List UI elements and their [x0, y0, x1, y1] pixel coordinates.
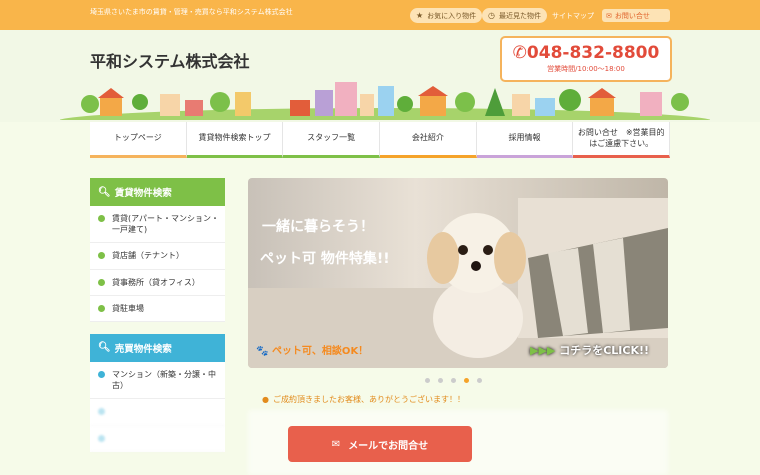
slider-dot-active[interactable] — [464, 378, 469, 383]
nav-top[interactable]: トップページ — [90, 122, 187, 158]
phone-number[interactable]: ✆048-832-8800 — [502, 43, 670, 63]
sidebar-item-rent-shop[interactable]: 貸店舗（テナント） — [90, 243, 225, 270]
town-illustration — [60, 82, 710, 120]
rent-search-header: 🔍︎ 賃貸物件検索 — [90, 178, 225, 206]
recent-link[interactable]: ◷ 最近見た物件 — [482, 8, 547, 23]
site-tagline: 埼玉県さいたま市の賃貸・管理・売買なら平和システム株式会社 — [90, 8, 293, 16]
favorites-link[interactable]: ★ お気に入り物件 — [410, 8, 483, 23]
slide-headline-2: ペット可 物件特集!! — [260, 251, 390, 267]
hero-slider[interactable]: 一緒に暮らそう！ ペット可 物件特集!! 🐾 ペット可、相談OK！ ▶▶▶ コチ… — [248, 178, 668, 368]
nav-company[interactable]: 会社紹介 — [380, 122, 477, 158]
sidebar-item-faded — [90, 426, 225, 452]
star-icon: ★ — [416, 11, 424, 20]
sitemap-link[interactable]: サイトマップ — [552, 11, 594, 21]
favorites-label: お気に入り物件 — [427, 11, 477, 20]
pet-photo — [248, 198, 668, 368]
company-logo[interactable]: 平和システム株式会社 — [90, 48, 250, 72]
slider-dot[interactable] — [425, 378, 430, 383]
sidebar-item-rent-residential[interactable]: 賃貸(アパート・マンション・一戸建て) — [90, 206, 225, 244]
thanks-notice: ご成約頂きましたお客様、ありがとうございます！！ — [262, 394, 465, 405]
nav-rent-search[interactable]: 賃貸物件検索トップ — [186, 122, 284, 158]
sale-search-box: 🔍︎ 売買物件検索 マンション（新築・分譲・中古） — [90, 333, 225, 452]
sidebar: 🔍︎ 賃貸物件検索 賃貸(アパート・マンション・一戸建て) 貸店舗（テナント） 貸… — [90, 178, 225, 464]
slider-dots — [425, 378, 482, 383]
clock-icon: ◷ — [488, 11, 495, 20]
slider-dot[interactable] — [451, 378, 456, 383]
slider-dot[interactable] — [438, 378, 443, 383]
rent-search-box: 🔍︎ 賃貸物件検索 賃貸(アパート・マンション・一戸建て) 貸店舗（テナント） 貸… — [90, 178, 225, 322]
recent-label: 最近見た物件 — [498, 11, 541, 20]
search-icon: 🔍︎ — [98, 342, 111, 354]
global-nav: トップページ 賃貸物件検索トップ スタッフ一覧 会社紹介 採用情報 お問い合せ … — [90, 122, 671, 158]
arrow-icon: ▶▶▶ — [530, 344, 560, 357]
top-bar: 埼玉県さいたま市の賃貸・管理・売買なら平和システム株式会社 ★ お気に入り物件 … — [0, 0, 760, 30]
phone-box: ✆048-832-8800 営業時間/10:00〜18:00 — [500, 36, 672, 82]
nav-contact[interactable]: お問い合せ ※営業目的はご遠慮下さい。 — [573, 122, 671, 158]
sidebar-item-rent-parking[interactable]: 貸駐車場 — [90, 296, 225, 322]
sidebar-item-rent-office[interactable]: 貸事務所（貸オフィス） — [90, 270, 225, 296]
slider-dot[interactable] — [477, 378, 482, 383]
mail-contact-label: メールでお問合せ — [348, 440, 429, 452]
mail-contact-button[interactable]: ✉ メールでお問合せ — [288, 426, 472, 462]
slide-tag: 🐾 ペット可、相談OK！ — [256, 346, 369, 357]
mail-icon: ✉ — [606, 11, 612, 20]
sale-search-header: 🔍︎ 売買物件検索 — [90, 333, 225, 362]
sidebar-item-faded — [90, 399, 225, 426]
contact-mini-button[interactable]: ✉ お問い合せ — [602, 9, 670, 22]
paw-icon: 🐾 — [256, 346, 272, 357]
search-icon: 🔍︎ — [98, 186, 111, 198]
sidebar-item-sale-mansion[interactable]: マンション（新築・分譲・中古） — [90, 362, 225, 400]
phone-icon: ✆ — [512, 43, 527, 63]
business-hours: 営業時間/10:00〜18:00 — [547, 65, 625, 73]
slide-headline-1: 一緒に暮らそう！ — [262, 219, 374, 235]
nav-recruit[interactable]: 採用情報 — [476, 122, 574, 158]
contact-mini-label: お問い合せ — [614, 11, 650, 20]
mail-icon: ✉ — [331, 438, 341, 450]
nav-staff[interactable]: スタッフ一覧 — [283, 122, 381, 158]
slide-cta[interactable]: ▶▶▶ コチラをCLICK!! — [530, 342, 649, 358]
